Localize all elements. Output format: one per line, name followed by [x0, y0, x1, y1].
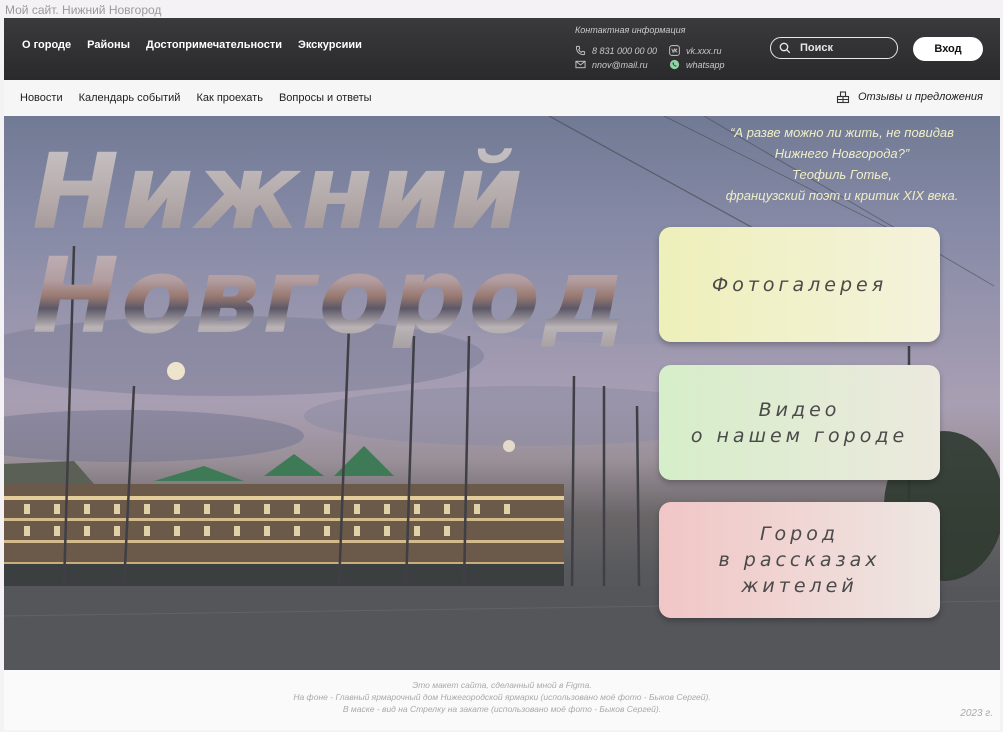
- credit-line: Это макет сайта, сделанный мной в Figma.: [412, 680, 592, 690]
- credit-line: В маске - вид на Стрелку на закате (испо…: [342, 704, 662, 714]
- quote-author-desc: французский поэт и критик XIX века.: [725, 188, 959, 203]
- footer-year: 2023 г.: [960, 708, 993, 719]
- quote-author: Теофиль Готье,: [792, 167, 892, 182]
- card-label: Видео: [758, 398, 841, 421]
- stories-card[interactable]: Город в рассказах жителей: [659, 502, 940, 618]
- card-label: о нашем городе: [690, 424, 909, 447]
- nav-item-about[interactable]: О городе: [22, 39, 71, 51]
- contact-title: Контактная информация: [575, 25, 686, 35]
- feedback-link[interactable]: Отзывы и предложения: [836, 90, 983, 104]
- header: О городе Районы Достопримечательности Эк…: [4, 18, 1000, 80]
- quote-line: Нижнего Новгорода?”: [774, 146, 910, 161]
- mail-icon: [575, 60, 586, 69]
- nav-item-tours[interactable]: Экскурсиии: [298, 39, 362, 51]
- footer-credits: Это макет сайта, сделанный мной в Figma.…: [4, 679, 1000, 715]
- phone-icon: [575, 45, 586, 56]
- footer: Это макет сайта, сделанный мной в Figma.…: [4, 670, 1000, 730]
- search-icon: [779, 42, 791, 54]
- whatsapp-icon: [669, 59, 680, 70]
- sub-nav: Новости Календарь событий Как проехать В…: [20, 92, 372, 104]
- credit-line: На фоне - Главный ярмарочный дом Нижегор…: [293, 692, 711, 702]
- vk-icon: [669, 45, 680, 56]
- feedback-icon: [836, 91, 850, 104]
- hero-banner: Нижний Новгород “А разве можно ли жить, …: [4, 116, 1000, 670]
- card-label: Город: [759, 523, 840, 545]
- nav-item-districts[interactable]: Районы: [87, 39, 130, 51]
- main-nav: О городе Районы Достопримечательности Эк…: [22, 39, 362, 51]
- quote-line: “А разве можно ли жить, не повидав: [730, 125, 954, 140]
- video-card[interactable]: Видео о нашем городе: [659, 365, 940, 480]
- contact-phone[interactable]: 8 831 000 00 00: [575, 45, 657, 56]
- subnav-item-directions[interactable]: Как проехать: [196, 92, 262, 104]
- subnav-item-news[interactable]: Новости: [20, 92, 63, 104]
- search-input[interactable]: [798, 41, 892, 55]
- login-button[interactable]: Вход: [913, 37, 983, 61]
- subnav-item-faq[interactable]: Вопросы и ответы: [279, 92, 372, 104]
- nav-item-sights[interactable]: Достопримечательности: [146, 39, 282, 51]
- contact-email[interactable]: nnov@mail.ru: [575, 59, 648, 70]
- window-title: Мой сайт. Нижний Новгород: [5, 3, 162, 17]
- page: О городе Районы Достопримечательности Эк…: [4, 18, 1000, 730]
- hero-quote: “А разве можно ли жить, не повидав Нижне…: [692, 122, 992, 206]
- card-label: в рассказах: [718, 549, 881, 571]
- sub-nav-bar: Новости Календарь событий Как проехать В…: [4, 80, 1000, 116]
- card-label: жителей: [741, 575, 858, 597]
- hero-title-line2: Новгород: [32, 235, 628, 357]
- search-box[interactable]: [770, 37, 898, 59]
- hero-title-line1: Нижний: [32, 131, 525, 253]
- subnav-item-events[interactable]: Календарь событий: [79, 92, 181, 104]
- card-label: Фотогалерея: [711, 273, 888, 296]
- photo-gallery-card[interactable]: Фотогалерея: [659, 227, 940, 342]
- contact-whatsapp[interactable]: whatsapp: [669, 59, 725, 70]
- contact-vk[interactable]: vk.xxx.ru: [669, 45, 722, 56]
